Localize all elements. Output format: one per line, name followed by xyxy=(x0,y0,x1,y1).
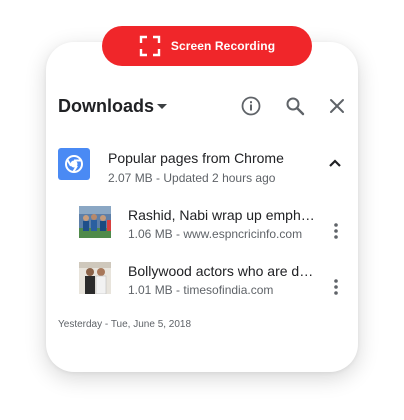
chrome-pages-group[interactable]: Popular pages from Chrome 2.07 MB - Upda… xyxy=(46,146,358,186)
chrome-icon xyxy=(58,148,90,180)
cricket-photo xyxy=(79,206,111,238)
download-item[interactable]: Bollywood actors who are doctors 1.01 MB… xyxy=(46,260,358,300)
item-title: Bollywood actors who are doctors xyxy=(128,263,320,279)
more-vert-icon[interactable] xyxy=(330,222,342,240)
info-icon[interactable] xyxy=(240,95,262,117)
screen-record-icon xyxy=(139,35,161,57)
bollywood-photo xyxy=(79,262,111,294)
more-vert-icon[interactable] xyxy=(330,278,342,296)
item-title: Rashid, Nabi wrap up emphatic win xyxy=(128,207,320,223)
screen-recording-pill[interactable]: Screen Recording xyxy=(102,26,312,66)
download-item[interactable]: Rashid, Nabi wrap up emphatic win 1.06 M… xyxy=(46,204,358,244)
close-icon[interactable] xyxy=(326,95,348,117)
item-meta: 1.01 MB - timesofindia.com xyxy=(128,283,274,297)
screen-recording-label: Screen Recording xyxy=(170,39,276,53)
downloads-header: Downloads xyxy=(46,94,358,120)
chevron-up-icon[interactable] xyxy=(328,158,342,168)
downloads-card: Downloads Popular pages from Chrome 2.07… xyxy=(46,42,358,372)
group-meta: 2.07 MB - Updated 2 hours ago xyxy=(108,171,276,185)
search-icon[interactable] xyxy=(284,95,306,117)
item-meta: 1.06 MB - www.espncricinfo.com xyxy=(128,227,303,241)
page-title: Downloads xyxy=(58,96,155,116)
date-section-header: Yesterday - Tue, June 5, 2018 xyxy=(58,319,192,330)
caret-down-icon[interactable] xyxy=(156,102,168,110)
group-title: Popular pages from Chrome xyxy=(108,150,284,166)
